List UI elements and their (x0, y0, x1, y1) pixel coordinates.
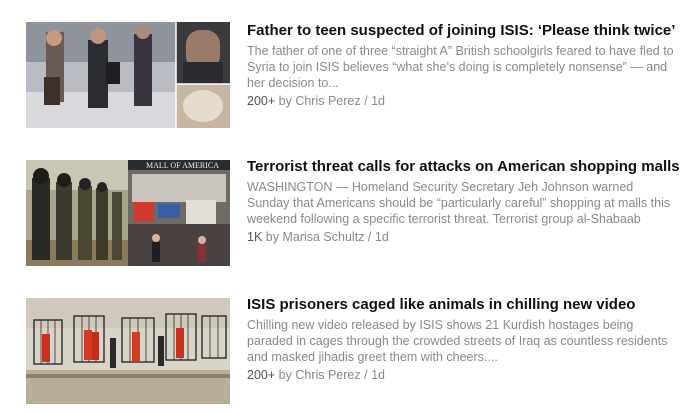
meta-separator: / (364, 368, 368, 382)
story-thumbnail[interactable] (26, 22, 230, 128)
author-byline[interactable]: by Marisa Schultz (266, 230, 365, 244)
story-headline[interactable]: Terrorist threat calls for attacks on Am… (247, 158, 680, 176)
story-excerpt: Chilling new video released by ISIS show… (247, 318, 668, 364)
caged-prisoners-photo-icon (26, 298, 230, 404)
story-item: ISIS prisoners caged like animals in chi… (0, 296, 693, 406)
story-headline[interactable]: ISIS prisoners caged like animals in chi… (247, 296, 677, 314)
story-thumbnail[interactable]: MALL OF AMERICA (26, 160, 230, 266)
story-age: 1d (374, 230, 389, 244)
meta-separator: / (364, 94, 368, 108)
story-meta: 1K by Marisa Schultz / 1d (247, 229, 677, 245)
story-item: MALL OF AMERICA Terrorist threat calls f… (0, 158, 693, 268)
story-meta: 200+ by Chris Perez / 1d (247, 93, 677, 109)
mall-sign-text: MALL OF AMERICA (146, 161, 219, 170)
share-count: 200+ (247, 368, 276, 382)
news-feed: Father to teen suspected of joining ISIS… (0, 0, 693, 414)
airport-cctv-photo-icon (26, 22, 230, 128)
share-count: 200+ (247, 94, 276, 108)
meta-separator: / (367, 230, 372, 244)
story-age: 1d (371, 94, 385, 108)
story-text: ISIS prisoners caged like animals in chi… (247, 296, 677, 383)
author-byline[interactable]: by Chris Perez (279, 94, 361, 108)
story-thumbnail[interactable] (26, 298, 230, 404)
story-text: Father to teen suspected of joining ISIS… (247, 22, 677, 109)
story-text: Terrorist threat calls for attacks on Am… (247, 158, 680, 245)
story-item: Father to teen suspected of joining ISIS… (0, 22, 693, 132)
story-excerpt: WASHINGTON — Homeland Security Secretary… (247, 180, 671, 226)
author-byline[interactable]: by Chris Perez (279, 368, 361, 382)
story-age: 1d (371, 368, 385, 382)
militants-and-mall-photo-icon: MALL OF AMERICA (26, 160, 230, 266)
story-meta: 200+ by Chris Perez / 1d (247, 367, 677, 383)
story-headline[interactable]: Father to teen suspected of joining ISIS… (247, 22, 677, 40)
share-count: 1K (247, 230, 263, 244)
story-excerpt: The father of one of three “straight A” … (247, 44, 674, 90)
